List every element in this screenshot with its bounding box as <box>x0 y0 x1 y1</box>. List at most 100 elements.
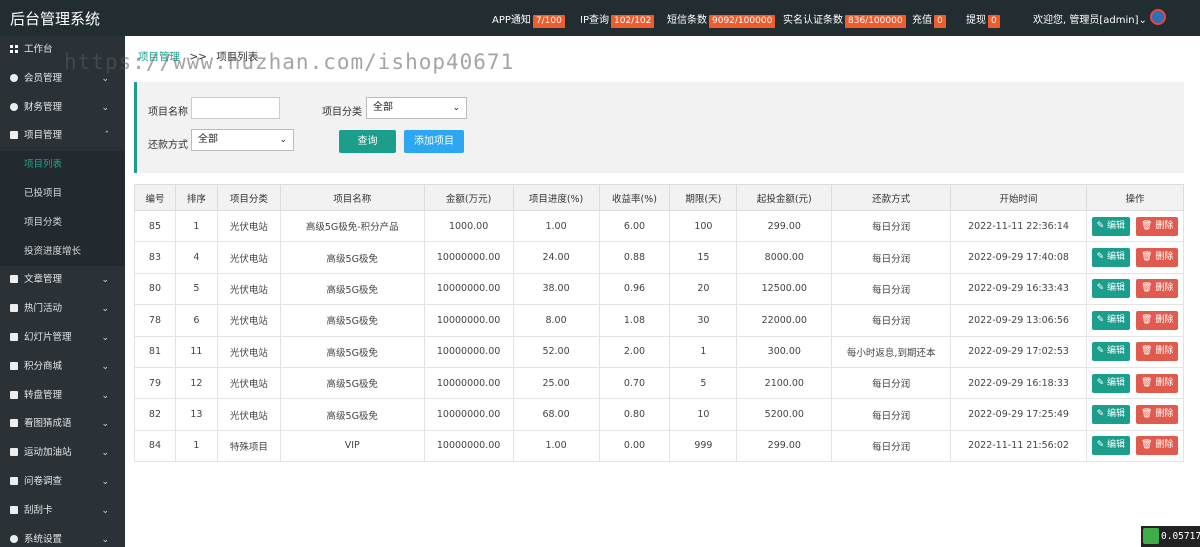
edit-button[interactable]: ✎ 编辑 <box>1091 373 1131 393</box>
table-cell: 10000000.00 <box>423 272 514 306</box>
table-cell: 每日分润 <box>831 304 952 337</box>
sidebar-item-articles[interactable]: 文章管理 ⌄ <box>0 266 125 295</box>
table-cell: 82 <box>134 398 176 431</box>
sidebar-item-settings[interactable]: 系统设置 ⌄ <box>0 526 125 547</box>
trash-icon: 🗑︎ <box>1141 377 1156 388</box>
delete-button[interactable]: 🗑︎ 删除 <box>1136 436 1179 456</box>
edit-button[interactable]: ✎ 编辑 <box>1091 279 1131 299</box>
sidebar-item-finance[interactable]: 财务管理 ⌄ <box>0 94 125 123</box>
filter-panel: 项目名称 项目分类 全部 ⌄ 还款方式 全部 ⌄ 查询 添加项目 <box>134 82 1184 173</box>
sidebar-item-scratch-card[interactable]: 刮刮卡 ⌄ <box>0 497 125 526</box>
delete-button[interactable]: 🗑︎ 删除 <box>1136 248 1179 268</box>
table-row: 82 13 光伏电站 高级5G极免 10000000.00 68.00 0.80 10 5200… <box>134 398 1185 431</box>
user-menu[interactable]: 欢迎您, 管理员[admin]⌄ <box>1033 11 1147 26</box>
delete-label: 删除 <box>1155 377 1174 388</box>
delete-label: 删除 <box>1155 314 1174 325</box>
delete-button[interactable]: 🗑︎ 删除 <box>1136 342 1179 362</box>
table-cell: 299.00 <box>736 429 833 463</box>
trash-icon: 🗑︎ <box>1141 314 1156 325</box>
sidebar-item-label: 看图猜成语 <box>24 418 72 430</box>
stat-sms[interactable]: 短信条数 9092/100000 <box>667 11 776 28</box>
table-cell: 10000000.00 <box>423 366 514 400</box>
edit-label: 编辑 <box>1107 346 1126 357</box>
table-cell: 38.00 <box>512 272 600 306</box>
sidebar-item-slides[interactable]: 幻灯片管理 ⌄ <box>0 324 125 353</box>
stat-recharge[interactable]: 充值 0 <box>912 11 946 28</box>
sidebar-item-wheel[interactable]: 转盘管理 ⌄ <box>0 382 125 411</box>
edit-icon: ✎ <box>1096 440 1108 451</box>
sidebar-subitem-project-list[interactable]: 项目列表 <box>0 151 125 180</box>
edit-button[interactable]: ✎ 编辑 <box>1091 310 1131 330</box>
stat-withdraw[interactable]: 提现 0 <box>966 11 1000 28</box>
project-category-select[interactable]: 全部 ⌄ <box>366 97 467 119</box>
row-actions: ✎ 编辑 🗑︎ 删除 <box>1085 209 1185 243</box>
repay-method-select[interactable]: 全部 ⌄ <box>191 129 294 151</box>
stat-realname[interactable]: 实名认证条数 836/100000 <box>783 11 906 28</box>
stat-app-notice[interactable]: APP通知 7/100 <box>492 11 565 28</box>
stat-badge: 9092/100000 <box>709 15 776 28</box>
column-header: 项目进度(%) <box>512 184 600 211</box>
search-button[interactable]: 查询 <box>339 130 396 153</box>
sidebar-item-survey[interactable]: 问卷调查 ⌄ <box>0 468 125 497</box>
stat-label: 提现 <box>966 15 986 26</box>
edit-button[interactable]: ✎ 编辑 <box>1091 342 1131 362</box>
trash-icon: 🗑︎ <box>1141 440 1156 451</box>
table-cell: 68.00 <box>512 398 600 431</box>
edit-icon: ✎ <box>1096 220 1108 231</box>
edit-button[interactable]: ✎ 编辑 <box>1091 405 1131 425</box>
table-cell: 光伏电站 <box>216 241 281 274</box>
avatar[interactable] <box>1150 9 1166 25</box>
delete-label: 删除 <box>1155 220 1174 231</box>
row-actions: ✎ 编辑 🗑︎ 删除 <box>1085 429 1185 463</box>
sidebar-item-idiom-game[interactable]: 看图猜成语 ⌄ <box>0 410 125 439</box>
table-cell: 80 <box>134 272 176 306</box>
sidebar-item-activities[interactable]: 热门活动 ⌄ <box>0 295 125 324</box>
chevron-down-icon: ⌄ <box>101 419 109 430</box>
table-cell: 2022-09-29 17:40:08 <box>950 241 1087 274</box>
table-cell: 每日分润 <box>831 241 952 274</box>
sidebar-subitem-category[interactable]: 项目分类 <box>0 208 125 238</box>
edit-button[interactable]: ✎ 编辑 <box>1091 436 1131 456</box>
edit-button[interactable]: ✎ 编辑 <box>1091 216 1131 236</box>
table-cell: 高级5G极免 <box>279 335 425 368</box>
sidebar-item-points-mall[interactable]: 积分商城 ⌄ <box>0 353 125 382</box>
table-cell: 光伏电站 <box>216 209 281 243</box>
delete-button[interactable]: 🗑︎ 删除 <box>1136 373 1179 393</box>
table-cell: 特殊项目 <box>216 429 281 463</box>
add-project-button[interactable]: 添加项目 <box>404 130 464 153</box>
column-header: 操作 <box>1085 184 1185 211</box>
delete-button[interactable]: 🗑︎ 删除 <box>1136 405 1179 425</box>
sidebar-item-label: 会员管理 <box>24 72 63 84</box>
table-cell: 6.00 <box>598 209 671 243</box>
table-cell: 每日分润 <box>831 429 952 463</box>
chevron-down-icon: ⌄ <box>1138 15 1147 26</box>
table-cell: 高级5G极免 <box>279 304 425 337</box>
sidebar-subitem-progress[interactable]: 投资进度增长 <box>0 237 125 267</box>
delete-button[interactable]: 🗑︎ 删除 <box>1136 310 1179 330</box>
edit-label: 编辑 <box>1107 377 1126 388</box>
table-cell: 4 <box>174 241 218 274</box>
sidebar: 工作台 会员管理 ⌄ 财务管理 ⌄ 项目管理 ˆ 项目列表 已投项目 项目分类 投资进… <box>0 36 125 547</box>
table-cell: 0.88 <box>598 241 671 274</box>
sidebar-item-label: 热门活动 <box>24 303 63 315</box>
sidebar-subitem-invested[interactable]: 已投项目 <box>0 179 125 209</box>
stat-ip-query[interactable]: IP查询 102/102 <box>580 11 655 28</box>
edit-button[interactable]: ✎ 编辑 <box>1091 248 1131 268</box>
table-body: 85 1 光伏电站 高级5G极免-积分产品 1000.00 1.00 6.00 100 299.… <box>134 209 1185 463</box>
delete-button[interactable]: 🗑︎ 删除 <box>1136 279 1179 299</box>
row-actions: ✎ 编辑 🗑︎ 删除 <box>1085 335 1185 368</box>
table-cell: 10000000.00 <box>423 398 514 431</box>
table-cell: 1.00 <box>512 429 600 463</box>
delete-button[interactable]: 🗑︎ 删除 <box>1136 216 1179 236</box>
table-cell: 5 <box>174 272 218 306</box>
sidebar-item-projects[interactable]: 项目管理 ˆ <box>0 122 125 151</box>
trash-icon: 🗑︎ <box>1141 409 1156 420</box>
activity-icon <box>10 304 18 313</box>
chevron-down-icon: ⌄ <box>101 304 109 315</box>
table-cell: 22000.00 <box>736 304 833 337</box>
sidebar-item-sport[interactable]: 运动加油站 ⌄ <box>0 439 125 468</box>
wheel-icon <box>10 390 18 399</box>
delete-label: 删除 <box>1155 440 1174 451</box>
project-name-input[interactable] <box>191 97 280 119</box>
delete-label: 删除 <box>1155 409 1174 420</box>
